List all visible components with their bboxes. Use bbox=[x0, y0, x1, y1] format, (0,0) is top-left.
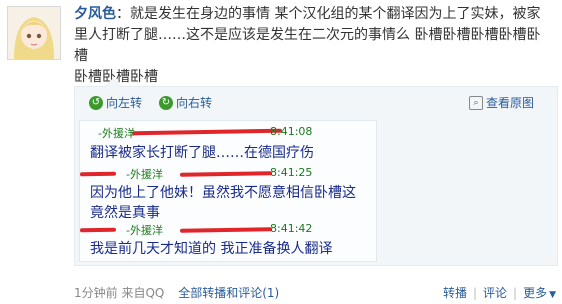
rotate-right-button[interactable]: ↻ 向右转 bbox=[159, 94, 212, 111]
chat-time: 8:41:08 bbox=[270, 125, 313, 138]
rotate-right-icon: ↻ bbox=[159, 95, 173, 110]
redaction-mark bbox=[179, 171, 273, 177]
chat-sender: -外援洋 bbox=[126, 224, 163, 237]
post-time[interactable]: 1分钟前 bbox=[74, 286, 118, 300]
chat-message-text-line1: 因为他上了他妹！虽然我不愿意相信卧槽这 bbox=[90, 185, 356, 201]
post-source[interactable]: 来自QQ bbox=[121, 286, 164, 300]
rotate-right-label: 向右转 bbox=[176, 96, 213, 110]
rotate-left-label: 向左转 bbox=[106, 96, 143, 110]
all-reposts-link[interactable]: 全部转播和评论(1) bbox=[178, 286, 279, 300]
chat-sender: -外援洋 bbox=[126, 168, 163, 181]
comment-button[interactable]: 评论 bbox=[483, 286, 507, 300]
post-text-line2: 里人打断了腿……这不是应该是发生在二次元的事情么 卧槽卧槽卧槽卧槽卧槽 bbox=[74, 27, 541, 64]
magnifier-icon: ⌕ bbox=[469, 95, 483, 110]
chat-sender: -外援洋 bbox=[98, 127, 135, 140]
redaction-mark bbox=[79, 227, 117, 233]
chat-time: 8:41:42 bbox=[270, 222, 313, 235]
chat-time: 8:41:25 bbox=[270, 166, 313, 179]
divider: | bbox=[513, 286, 518, 300]
chat-message-text-line2: 竟然是真事 bbox=[90, 205, 160, 221]
footer-actions: 转播 | 评论 | 更多 ▼ bbox=[443, 284, 556, 301]
chat-screenshot-image[interactable]: -外援洋 8:41:08 翻译被家长打断了腿……在德国疗伤 -外援洋 8:41:… bbox=[79, 120, 377, 262]
author-colon: ： bbox=[116, 6, 130, 22]
chat-message-text: 翻译被家长打断了腿……在德国疗伤 bbox=[90, 145, 314, 161]
rotate-left-button[interactable]: ↺ 向左转 bbox=[89, 94, 142, 111]
view-original-label: 查看原图 bbox=[486, 96, 535, 110]
avatar-image bbox=[8, 7, 60, 59]
image-toolbar: ↺ 向左转 ↻ 向右转 ⌕ 查看原图 bbox=[89, 94, 545, 112]
rotate-left-icon: ↺ bbox=[89, 95, 103, 110]
preview-pointer-arrow bbox=[105, 78, 121, 87]
redaction-mark bbox=[131, 128, 283, 136]
post-footer: 1分钟前 来自QQ 全部转播和评论(1) 转播 | 评论 | 更多 ▼ bbox=[74, 284, 556, 300]
post-author[interactable]: 夕风色 bbox=[74, 6, 116, 22]
avatar[interactable] bbox=[7, 6, 61, 60]
redaction-mark bbox=[79, 171, 117, 177]
post-body: 夕风色：就是发生在身边的事情 某个汉化组的某个翻译因为上了实妹，被家 里人打断了… bbox=[74, 4, 554, 88]
divider: | bbox=[472, 286, 477, 300]
chevron-down-icon[interactable]: ▼ bbox=[549, 290, 556, 300]
redaction-mark bbox=[179, 227, 273, 233]
chat-message-text: 我是前几天才知道的 我正准备换人翻译 bbox=[90, 241, 333, 257]
repost-button[interactable]: 转播 bbox=[443, 286, 467, 300]
post-text-line1: 就是发生在身边的事情 某个汉化组的某个翻译因为上了实妹，被家 bbox=[130, 6, 541, 22]
more-button[interactable]: 更多 bbox=[523, 286, 547, 300]
view-original-button[interactable]: ⌕ 查看原图 bbox=[469, 94, 534, 111]
